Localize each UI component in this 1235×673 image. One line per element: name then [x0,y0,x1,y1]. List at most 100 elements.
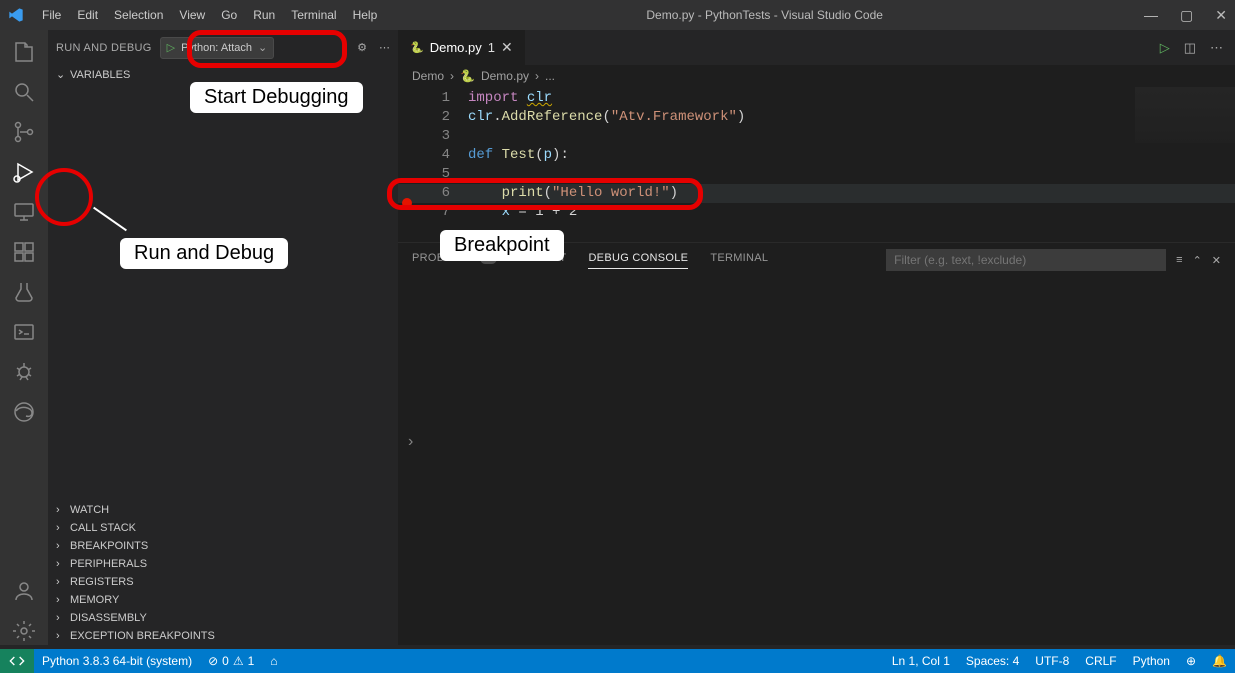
editor-area: 🐍 Demo.py 1 ✕ ▷ ◫ ⋯ Demo› 🐍 Demo.py› ...… [398,30,1235,645]
section-exception-breakpoints[interactable]: ›EXCEPTION BREAKPOINTS [48,627,398,645]
code-line[interactable]: 2clr.AddReference("Atv.Framework") [398,108,1235,127]
panel-collapse-icon[interactable]: ⌃ [1193,254,1202,267]
menu-file[interactable]: File [34,4,69,26]
status-language[interactable]: Python [1125,654,1178,668]
debug-settings-icon[interactable]: ⚙ [357,41,367,54]
status-bell-icon[interactable]: 🔔 [1204,654,1235,668]
search-icon[interactable] [10,78,38,106]
section-label: REGISTERS [70,576,134,588]
breadcrumbs[interactable]: Demo› 🐍 Demo.py› ... [398,65,1235,87]
code-line[interactable]: 6 print("Hello world!") [398,184,1235,203]
menu-run[interactable]: Run [245,4,283,26]
settings-gear-icon[interactable] [10,617,38,645]
code-line[interactable]: 5 [398,165,1235,184]
status-problems[interactable]: ⊘0 ⚠1 [200,654,262,668]
editor-tab-demo[interactable]: 🐍 Demo.py 1 ✕ [398,30,526,65]
menu-terminal[interactable]: Terminal [283,4,344,26]
breakpoint-dot-icon[interactable] [402,198,412,208]
debug-config-dropdown[interactable]: ▷ Python: Attach ⌄ [160,37,275,59]
accounts-icon[interactable] [10,577,38,605]
section-label: VARIABLES [70,69,130,81]
breadcrumb-file[interactable]: Demo.py [481,69,529,83]
panel-tab-terminal[interactable]: TERMINAL [710,252,768,268]
run-file-icon[interactable]: ▷ [1160,40,1170,56]
window-minimize-icon[interactable]: — [1144,7,1158,23]
error-count: 0 [222,654,229,668]
status-encoding[interactable]: UTF-8 [1027,654,1077,668]
code-editor[interactable]: 1import clr2clr.AddReference("Atv.Framew… [398,87,1235,222]
edge-icon[interactable] [10,398,38,426]
breadcrumb-folder[interactable]: Demo [412,69,444,83]
annotation-start-debugging-label: Start Debugging [190,82,363,113]
line-number: 4 [418,146,468,165]
remote-explorer-icon[interactable] [10,198,38,226]
section-label: DISASSEMBLY [70,612,147,624]
remote-indicator-icon[interactable] [0,649,34,673]
editor-more-icon[interactable]: ⋯ [1210,40,1223,56]
tab-close-icon[interactable]: ✕ [501,39,513,56]
code-text[interactable]: clr.AddReference("Atv.Framework") [468,108,745,127]
line-number: 7 [418,203,468,222]
menu-help[interactable]: Help [345,4,386,26]
code-line[interactable]: 1import clr [398,89,1235,108]
vscode-logo-icon [8,7,24,23]
code-line[interactable]: 4def Test(p): [398,146,1235,165]
debug-more-icon[interactable]: ⋯ [379,41,390,54]
activity-bar [0,30,48,645]
debug-console-prompt[interactable]: › [408,433,413,450]
panel-close-icon[interactable]: ✕ [1212,254,1221,267]
panel-filter-input[interactable] [886,249,1166,271]
line-number: 6 [418,184,468,203]
code-text[interactable]: x = 1 + 2 [468,203,577,222]
title-bar: File Edit Selection View Go Run Terminal… [0,0,1235,30]
testing-icon[interactable] [10,278,38,306]
line-number: 2 [418,108,468,127]
section-peripherals[interactable]: ›PERIPHERALS [48,555,398,573]
status-indentation[interactable]: Spaces: 4 [958,654,1027,668]
bug-icon[interactable] [10,358,38,386]
error-icon: ⊘ [208,654,218,668]
menu-selection[interactable]: Selection [106,4,171,26]
section-label: EXCEPTION BREAKPOINTS [70,630,215,642]
window-close-icon[interactable]: ✕ [1215,7,1227,24]
source-control-icon[interactable] [10,118,38,146]
code-text[interactable]: import clr [468,89,552,108]
status-ports-icon[interactable]: ⌂ [262,654,285,668]
run-debug-icon[interactable] [10,158,38,186]
chevron-down-icon[interactable]: ⌄ [258,41,267,54]
section-label: BREAKPOINTS [70,540,148,552]
panel-tab-debug-console[interactable]: DEBUG CONSOLE [588,252,688,269]
bottom-panel: PROBLEMS1 OUTPUT DEBUG CONSOLE TERMINAL … [398,242,1235,645]
section-registers[interactable]: ›REGISTERS [48,573,398,591]
minimap[interactable] [1135,87,1235,143]
code-line[interactable]: 7 x = 1 + 2 [398,203,1235,222]
status-cursor-position[interactable]: Ln 1, Col 1 [884,654,958,668]
code-text[interactable]: def Test(p): [468,146,569,165]
line-number: 1 [418,89,468,108]
section-disassembly[interactable]: ›DISASSEMBLY [48,609,398,627]
menu-edit[interactable]: Edit [69,4,106,26]
menu-go[interactable]: Go [213,4,245,26]
split-editor-icon[interactable]: ◫ [1184,40,1196,56]
code-text[interactable]: print("Hello world!") [468,184,678,203]
explorer-icon[interactable] [10,38,38,66]
status-eol[interactable]: CRLF [1077,654,1124,668]
status-feedback-icon[interactable]: ⊕ [1178,654,1204,668]
section-call-stack[interactable]: ›CALL STACK [48,519,398,537]
section-memory[interactable]: ›MEMORY [48,591,398,609]
window-maximize-icon[interactable]: ▢ [1180,7,1193,24]
menu-view[interactable]: View [171,4,213,26]
status-interpreter[interactable]: Python 3.8.3 64-bit (system) [34,654,200,668]
annotation-breakpoint-label: Breakpoint [440,230,564,261]
code-line[interactable]: 3 [398,127,1235,146]
run-debug-sidebar: RUN AND DEBUG ▷ Python: Attach ⌄ ⚙ ⋯ ⌄VA… [48,30,398,645]
section-watch[interactable]: ›WATCH [48,501,398,519]
console-icon[interactable] [10,318,38,346]
extensions-icon[interactable] [10,238,38,266]
annotation-run-debug-label: Run and Debug [120,238,288,269]
section-breakpoints[interactable]: ›BREAKPOINTS [48,537,398,555]
start-debug-play-icon[interactable]: ▷ [167,41,175,54]
breadcrumb-tail[interactable]: ... [545,69,555,83]
section-label: PERIPHERALS [70,558,147,570]
clear-console-icon[interactable]: ≡ [1176,254,1182,266]
